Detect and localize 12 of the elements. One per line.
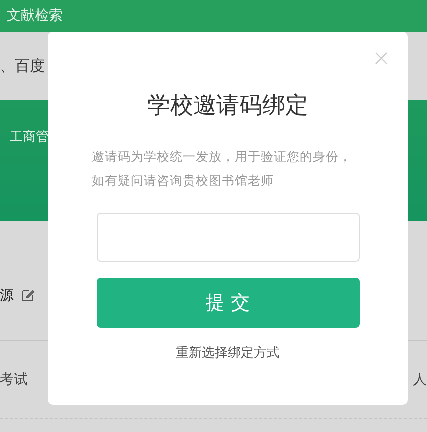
list-text: 考试	[0, 370, 28, 388]
list-text: 人	[413, 370, 427, 388]
close-icon[interactable]	[375, 52, 388, 65]
dialog-description: 邀请码为学校统一发放，用于验证您的身份，如有疑问请咨询贵校图书馆老师	[92, 148, 353, 190]
banner-text: 工商管	[10, 129, 49, 146]
edit-icon[interactable]	[22, 289, 35, 302]
input-field[interactable]	[96, 213, 360, 262]
source-label: 源	[0, 286, 14, 304]
dialog-title: 学校邀请码绑定	[148, 92, 308, 121]
rebind-link[interactable]: 重新选择绑定方式	[176, 344, 280, 362]
search-text: 、百度	[0, 56, 45, 76]
header-title: 文献检索	[7, 7, 63, 25]
